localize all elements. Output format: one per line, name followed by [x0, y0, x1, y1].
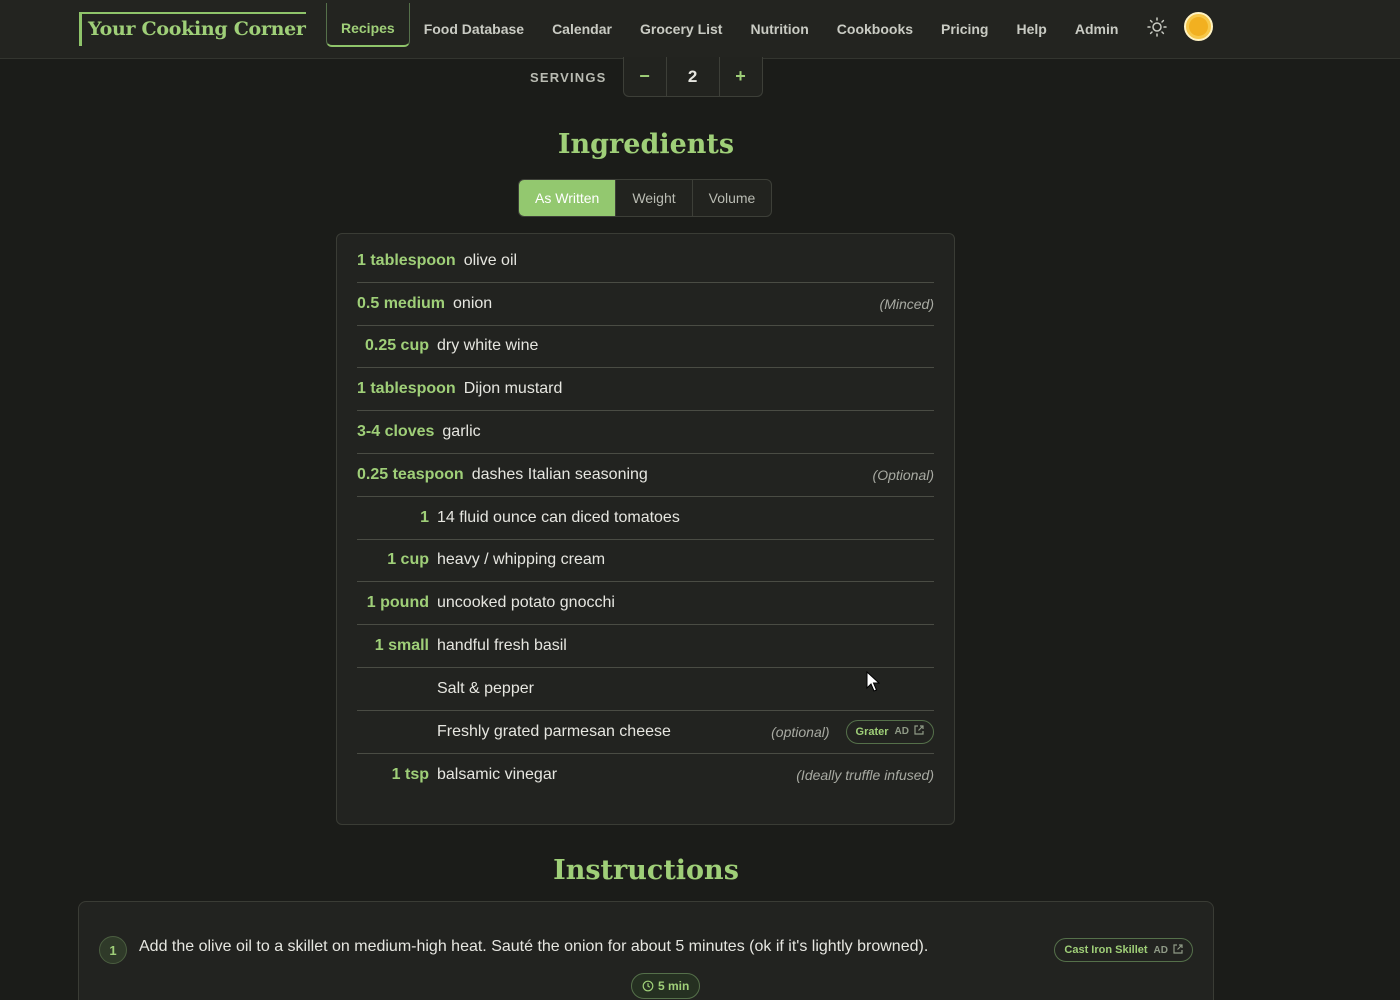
ingredient-name: garlic: [442, 423, 481, 441]
unit-as-written-button[interactable]: As Written: [519, 180, 616, 216]
ingredient-quantity: 3-4 cloves: [357, 423, 435, 441]
ingredient-name: 14 fluid ounce can diced tomatoes: [437, 508, 680, 526]
ingredient-row: 1 pound uncooked potato gnocchi: [357, 582, 934, 626]
clock-icon: [642, 980, 654, 992]
step-timer[interactable]: 5 min: [631, 973, 701, 999]
increase-servings-button[interactable]: +: [720, 57, 762, 96]
site-logo[interactable]: Your Cooking Corner: [79, 12, 306, 46]
ingredient-name: olive oil: [463, 251, 518, 269]
ingredient-name: uncooked potato gnocchi: [437, 594, 615, 612]
nav-links: Recipes Food Database Calendar Grocery L…: [326, 0, 1132, 58]
nav-link-grocery-list[interactable]: Grocery List: [626, 11, 736, 47]
ingredient-name: handful fresh basil: [437, 637, 567, 655]
ingredient-row: 1 tsp balsamic vinegar (Ideally truffle …: [357, 754, 934, 797]
ingredient-row: 1 tablespoon Dijon mustard: [357, 368, 934, 412]
ingredient-quantity: 1: [420, 508, 429, 526]
ad-badge: AD: [894, 726, 909, 738]
ingredient-row: 1 cup heavy / whipping cream: [357, 540, 934, 583]
ingredient-row: Salt & pepper: [357, 668, 934, 711]
ingredient-name: dry white wine: [437, 337, 539, 355]
ingredient-row: 0.25 teaspoon dashes Italian seasoning (…: [357, 454, 934, 497]
ingredient-name: dashes Italian seasoning: [471, 465, 648, 483]
nav-link-help[interactable]: Help: [1003, 11, 1061, 47]
cast-iron-skillet-ad-link[interactable]: Cast Iron Skillet AD: [1054, 938, 1193, 962]
ingredients-list: 1 tablespoon olive oil 0.5 medium onion …: [336, 233, 955, 825]
ingredient-row: 1 14 fluid ounce can diced tomatoes: [357, 497, 934, 540]
sun-icon[interactable]: [1146, 16, 1168, 38]
ingredient-quantity: 1 tablespoon: [357, 251, 456, 269]
ingredient-row: 3-4 cloves garlic: [357, 411, 934, 454]
instruction-step: 1 Add the olive oil to a skillet on medi…: [78, 901, 1214, 1000]
ingredient-quantity: 0.25 cup: [364, 337, 429, 355]
mouse-pointer-icon: [866, 670, 881, 698]
external-link-icon: [914, 725, 924, 738]
nav-link-admin[interactable]: Admin: [1061, 11, 1133, 47]
ingredient-row: 0.25 cup dry white wine: [357, 326, 934, 369]
ingredient-quantity: 1 small: [374, 637, 429, 655]
ingredient-quantity: 1 pound: [366, 594, 429, 612]
nav-link-cookbooks[interactable]: Cookbooks: [823, 11, 927, 47]
nav-link-calendar[interactable]: Calendar: [538, 11, 626, 47]
nav-link-food-database[interactable]: Food Database: [410, 11, 538, 47]
nav-link-pricing[interactable]: Pricing: [927, 11, 1002, 47]
ingredients-heading: Ingredients: [557, 129, 735, 160]
ingredient-name: onion: [453, 294, 493, 312]
servings-value: 2: [665, 57, 720, 96]
timer-label: 5 min: [658, 979, 690, 993]
ingredient-name: Dijon mustard: [463, 380, 563, 398]
nav-link-recipes[interactable]: Recipes: [326, 3, 410, 47]
ingredient-row: Freshly grated parmesan cheese (optional…: [357, 711, 934, 754]
ingredient-quantity: 1 cup: [387, 551, 429, 569]
ingredient-note: (Ideally truffle infused): [796, 766, 934, 783]
ingredient-quantity: 0.5 medium: [357, 294, 446, 312]
ingredient-row: 1 small handful fresh basil: [357, 625, 934, 668]
servings-stepper: − 2 +: [622, 57, 763, 97]
external-link-icon: [1173, 943, 1183, 957]
user-avatar[interactable]: [1184, 12, 1213, 41]
step-number: 1: [99, 936, 127, 964]
ingredient-name: Freshly grated parmesan cheese: [437, 722, 671, 740]
nav-link-nutrition[interactable]: Nutrition: [736, 11, 822, 47]
step-text: Add the olive oil to a skillet on medium…: [139, 938, 929, 955]
unit-volume-button[interactable]: Volume: [691, 180, 772, 216]
instructions-heading: Instructions: [553, 855, 739, 886]
ingredient-note: (optional): [771, 723, 830, 740]
ingredient-name: heavy / whipping cream: [437, 551, 606, 569]
ingredient-quantity: 1 tablespoon: [357, 380, 456, 398]
servings-label: SERVINGS: [530, 69, 607, 85]
ingredient-note: (Minced): [879, 295, 934, 312]
ingredient-row: 0.5 medium onion (Minced): [357, 283, 934, 326]
servings-control: SERVINGS − 2 +: [530, 57, 763, 97]
ingredient-name: Salt & pepper: [437, 679, 534, 697]
ad-product-label: Cast Iron Skillet: [1064, 944, 1148, 956]
ingredient-row: 1 tablespoon olive oil: [357, 240, 934, 283]
ingredient-note: (Optional): [872, 466, 934, 483]
ad-badge: AD: [1153, 944, 1168, 956]
decrease-servings-button[interactable]: −: [624, 57, 666, 96]
ingredient-quantity: 1 tsp: [391, 765, 429, 783]
top-nav: Your Cooking Corner Recipes Food Databas…: [0, 0, 1400, 59]
ingredient-quantity: 0.25 teaspoon: [357, 465, 464, 483]
ingredient-name: balsamic vinegar: [437, 765, 558, 783]
ad-product-label: Grater: [855, 725, 889, 738]
unit-weight-button[interactable]: Weight: [615, 180, 691, 216]
unit-toggle: As Written Weight Volume: [518, 179, 773, 217]
grater-ad-link[interactable]: Grater AD: [845, 719, 934, 744]
